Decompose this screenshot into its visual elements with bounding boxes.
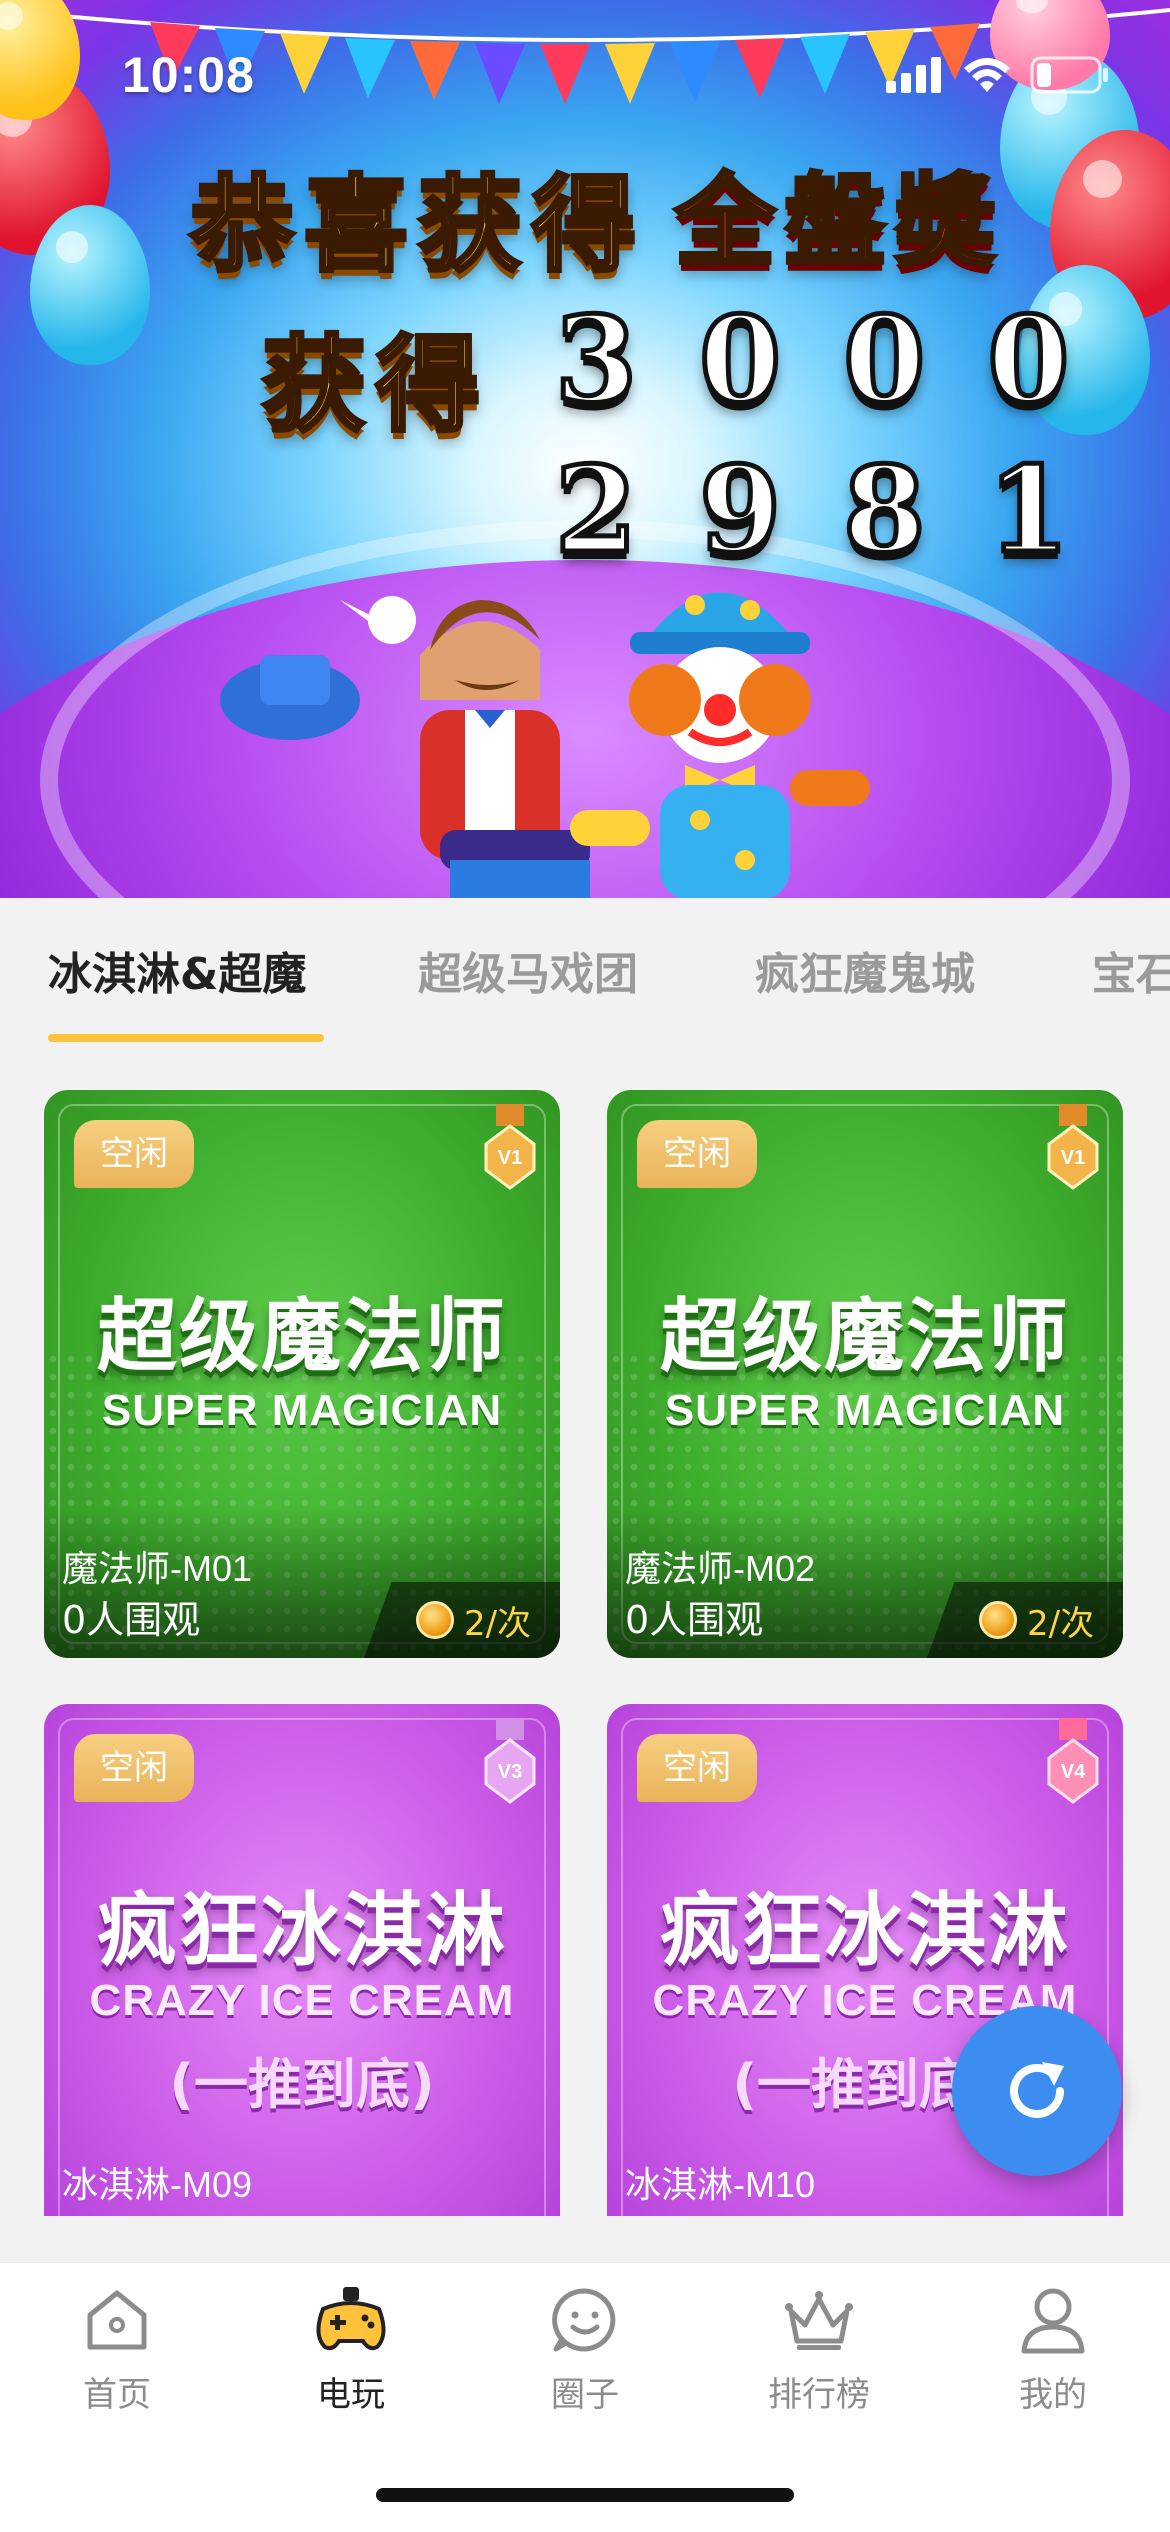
user-icon [1021, 2288, 1085, 2354]
banner-line1-left: 恭喜获得 [188, 162, 647, 288]
nav-item-home[interactable]: 首页 [27, 2285, 207, 2416]
status-badge: 空闲 [637, 1734, 757, 1802]
category-tabs: 冰淇淋&超魔 超级马戏团 疯狂魔鬼城 宝石 [0, 898, 1170, 1046]
home-indicator[interactable] [376, 2488, 794, 2502]
nav-item-leaderboard[interactable]: 排行榜 [729, 2285, 909, 2416]
status-badge: 空闲 [74, 1120, 194, 1188]
machine-title-cn: 疯狂冰淇淋 [97, 1884, 507, 1977]
tab-ice-cream-super-magic[interactable]: 冰淇淋&超魔 [48, 938, 306, 1002]
battery-icon [1030, 56, 1108, 94]
refresh-button[interactable] [952, 2006, 1122, 2176]
vip-level-icon: V4 [1047, 1718, 1099, 1804]
coin-icon [416, 1601, 454, 1639]
coin-icon [979, 1601, 1017, 1639]
status-badge: 空闲 [637, 1120, 757, 1188]
status-badge: 空闲 [74, 1734, 194, 1802]
price-tag: 2/次 [364, 1582, 560, 1658]
tab-gem[interactable]: 宝石 [1092, 938, 1170, 1002]
machine-title-cn: 超级魔法师 [660, 1290, 1070, 1383]
tab-super-circus[interactable]: 超级马戏团 [418, 938, 638, 1002]
machine-id: 魔法师-M02 [625, 1548, 816, 1589]
machine-card[interactable]: 空闲 V1 超级魔法师 SUPER MAGICIAN 魔法师-M01 0人围观 … [44, 1090, 560, 1658]
status-time: 10:08 [122, 47, 255, 103]
vip-level-label: V1 [498, 1147, 522, 1169]
vip-level-icon: V1 [484, 1104, 536, 1190]
crown-icon [785, 2291, 853, 2350]
machine-subtitle: (一推到底) [169, 2053, 435, 2116]
tab-crazy-devil-city[interactable]: 疯狂魔鬼城 [755, 938, 975, 1002]
machine-title-en: CRAZY ICE CREAM [89, 1976, 515, 2025]
nav-label: 圈子 [551, 2375, 619, 2415]
home-icon [87, 2290, 147, 2350]
refresh-icon [1010, 2062, 1064, 2118]
status-icons [886, 56, 1110, 94]
vip-level-label: V4 [1061, 1761, 1086, 1783]
price-label: 2/次 [1027, 1603, 1095, 1644]
nav-label: 我的 [1019, 2375, 1087, 2415]
banner-line2-label: 获得 [260, 322, 491, 448]
gamepad-icon [316, 2287, 386, 2351]
banner-number-3000: 3000 [552, 288, 1132, 432]
machine-id: 魔法师-M01 [62, 1548, 253, 1589]
machine-id: 冰淇淋-M09 [62, 2164, 253, 2205]
price-label: 2/次 [464, 1603, 532, 1644]
vip-level-icon: V3 [484, 1718, 536, 1804]
watcher-count: 0人围观 [62, 1598, 201, 1642]
nav-label: 首页 [83, 2375, 151, 2415]
nav-label: 排行榜 [768, 2375, 870, 2415]
magician-and-clown-illustration [220, 592, 870, 898]
vip-level-icon: V1 [1047, 1104, 1099, 1190]
vip-level-label: V3 [498, 1761, 522, 1783]
cellular-signal-icon [886, 57, 941, 93]
machine-title-cn: 疯狂冰淇淋 [660, 1884, 1070, 1977]
machine-id: 冰淇淋-M10 [625, 2164, 816, 2205]
machine-card[interactable]: 空闲 V1 超级魔法师 SUPER MAGICIAN 魔法师-M02 0人围观 … [607, 1090, 1123, 1658]
banner-line1-right: 全盤奬 [673, 161, 1005, 282]
machine-card[interactable]: 空闲 V3 疯狂冰淇淋 CRAZY ICE CREAM (一推到底) 冰淇淋-M… [44, 1704, 560, 2216]
machine-title-en: SUPER MAGICIAN [101, 1386, 503, 1435]
status-bar: 10:08 [0, 0, 1170, 140]
nav-item-circle[interactable]: 圈子 [495, 2285, 675, 2416]
nav-item-me[interactable]: 我的 [963, 2285, 1143, 2416]
price-tag: 2/次 [927, 1582, 1123, 1658]
watcher-count: 0人围观 [625, 1598, 764, 1642]
nav-label: 电玩 [317, 2375, 385, 2415]
machine-title-cn: 超级魔法师 [97, 1290, 507, 1383]
banner-number-2981: 2981 [552, 438, 1132, 582]
active-tab-indicator [48, 1034, 324, 1042]
nav-item-games[interactable]: 电玩 [261, 2285, 441, 2416]
machine-title-en: SUPER MAGICIAN [664, 1386, 1066, 1435]
vip-level-label: V1 [1061, 1147, 1085, 1169]
smiley-chat-icon [552, 2288, 616, 2352]
wifi-icon [964, 58, 1010, 92]
balloon-blue-left [30, 205, 150, 365]
